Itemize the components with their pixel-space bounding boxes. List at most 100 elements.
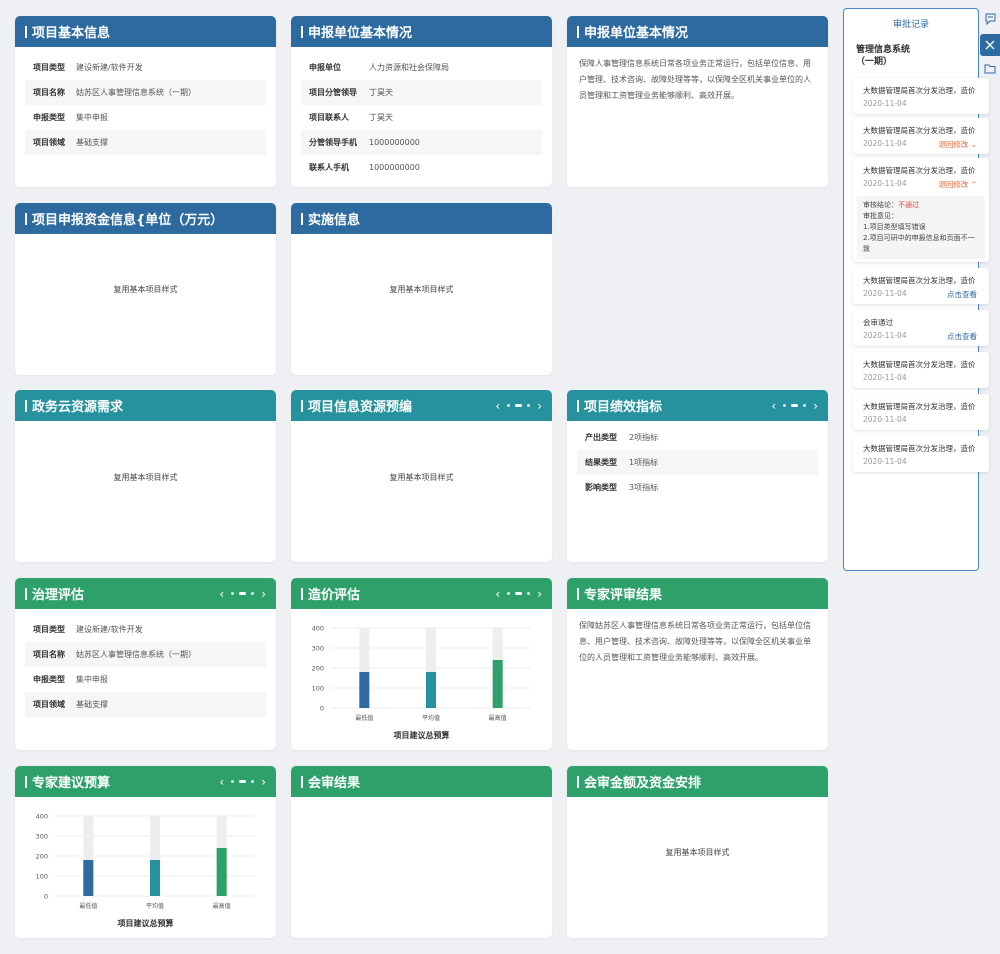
card-basic-info: 项目基本信息 项目类型 建设新建/软件开发 项目名称 姑苏区人事管理信息系统（一期）…	[15, 16, 276, 187]
card-header: 政务云资源需求	[15, 390, 276, 421]
card-info-resources: 项目信息资源预编 ‹ › 复用基本项目样式	[291, 390, 552, 562]
chevron-right-icon[interactable]: ›	[537, 587, 542, 601]
approval-record[interactable]: 会审通过 2020-11-04 点击查看	[853, 310, 989, 346]
record-action[interactable]: 退回修改 ⌄	[938, 139, 989, 150]
record-action[interactable]	[977, 415, 989, 424]
card-title: 政务云资源需求	[32, 400, 124, 415]
approval-record[interactable]: 大数据管理局首次分发治理，造价 2020-11-04 退回修改 ⌃ 审核结论：不通过审…	[853, 158, 989, 262]
record-action[interactable]	[977, 373, 989, 382]
record-text: 大数据管理局首次分发治理，造价	[863, 444, 976, 453]
chart-title: 项目建议总预算	[117, 919, 174, 928]
side-toolbar	[980, 8, 1000, 80]
kv-row: 结果类型 1项指标	[577, 450, 818, 475]
kv-key: 申报类型	[33, 675, 65, 684]
comment-icon[interactable]	[980, 8, 1000, 30]
kv-list: 产出类型 2项指标 结果类型 1项指标 影响类型 3项指标	[567, 421, 828, 500]
pager-dot-active[interactable]	[515, 404, 523, 407]
chevron-right-icon[interactable]: ›	[261, 587, 266, 601]
bar	[426, 672, 436, 708]
card-title: 项目基本信息	[32, 26, 111, 41]
chevron-left-icon[interactable]: ‹	[771, 399, 776, 413]
kv-value: 基础支撑	[76, 138, 108, 147]
record-action[interactable]: 点击查看	[947, 331, 989, 342]
pager-dot[interactable]	[231, 592, 235, 595]
pager-dot-active[interactable]	[515, 592, 523, 595]
chevron-left-icon[interactable]: ‹	[219, 775, 224, 789]
card-title: 项目申报资金信息{单位（万元）	[32, 213, 224, 228]
opinion-line: 2.项目可研中的申报信息和页面不一致	[863, 234, 975, 253]
card-funds: 项目申报资金信息{单位（万元） 复用基本项目样式	[15, 203, 276, 375]
pager-dot[interactable]	[251, 780, 255, 783]
description-text: 保障人事管理信息系统日常各项业务正常运行，包括单位信息、用户管理、技术咨询、故障…	[579, 59, 811, 100]
x-tick-label: 平均值	[422, 714, 440, 722]
card-expert-review: 专家评审结果 保障姑苏区人事管理信息系统日常各项业务正常运行，包括单位信息、用户…	[567, 578, 828, 750]
kv-value: 3项指标	[629, 483, 659, 492]
carousel-pager: ‹ ›	[495, 578, 542, 609]
card-title: 申报单位基本情况	[584, 26, 689, 41]
approval-record[interactable]: 大数据管理局首次分发治理，造价 2020-11-04	[853, 436, 989, 472]
kv-list: 项目类型 建设新建/软件开发 项目名称 姑苏区人事管理信息系统（一期） 申报类型 集中…	[15, 609, 276, 717]
kv-key: 影响类型	[585, 483, 617, 492]
record-action[interactable]: 退回修改 ⌃	[938, 179, 989, 190]
conclusion-label: 审核结论：	[863, 201, 898, 209]
pager-dot[interactable]	[231, 780, 235, 783]
approval-record[interactable]: 大数据管理局首次分发治理，造价 2020-11-04	[853, 78, 989, 114]
kv-row: 申报单位 人力资源和社会保障局	[301, 55, 542, 80]
pager-dot[interactable]	[783, 404, 787, 407]
chevron-left-icon[interactable]: ‹	[495, 587, 500, 601]
budget-bar-chart: 0 100 200 300 400 最低值 平均值 最高值	[312, 625, 531, 722]
approval-record[interactable]: 大数据管理局首次分发治理，造价 2020-11-04	[853, 394, 989, 430]
chevron-right-icon[interactable]: ›	[537, 399, 542, 413]
approval-record[interactable]: 大数据管理局首次分发治理，造价 2020-11-04 点击查看	[853, 268, 989, 304]
card-header: 项目申报资金信息{单位（万元）	[15, 203, 276, 234]
chevron-left-icon[interactable]: ‹	[495, 399, 500, 413]
kv-key: 项目分管领导	[309, 88, 357, 97]
bar	[83, 860, 94, 896]
chevron-left-icon[interactable]: ‹	[219, 587, 224, 601]
kv-row: 项目类型 建设新建/软件开发	[25, 617, 266, 642]
pager-dot[interactable]	[527, 404, 531, 407]
pager-dot[interactable]	[251, 592, 255, 595]
y-tick-label: 200	[312, 665, 324, 673]
opinion-label: 审批意见：	[863, 212, 898, 220]
kv-row: 申报类型 集中申报	[25, 105, 266, 130]
card-header: 专家建议预算 ‹ ›	[15, 766, 276, 797]
kv-value: 1项指标	[629, 458, 659, 467]
pager-dot[interactable]	[803, 404, 807, 407]
record-date: 2020-11-04	[863, 179, 907, 188]
folder-icon[interactable]	[980, 58, 1000, 80]
card-cloud-resources: 政务云资源需求 复用基本项目样式	[15, 390, 276, 562]
pager-dot[interactable]	[527, 592, 531, 595]
card-title: 项目绩效指标	[584, 400, 663, 415]
kv-value: 人力资源和社会保障局	[369, 63, 449, 72]
pager-dot[interactable]	[507, 592, 511, 595]
bar	[492, 660, 503, 708]
approval-record[interactable]: 大数据管理局首次分发治理，造价 2020-11-04	[853, 352, 989, 388]
record-action[interactable]	[977, 99, 989, 108]
chevron-right-icon[interactable]: ›	[261, 775, 266, 789]
pager-dot[interactable]	[507, 404, 511, 407]
carousel-pager: ‹ ›	[219, 578, 266, 609]
kv-value: 丁昊天	[369, 113, 393, 122]
kv-key: 申报单位	[309, 63, 341, 72]
chevron-right-icon[interactable]: ›	[813, 399, 818, 413]
approval-record[interactable]: 大数据管理局首次分发治理，造价 2020-11-04 退回修改 ⌄	[853, 118, 989, 154]
pager-dot-active[interactable]	[791, 404, 799, 407]
budget-bar-chart: 0 100 200 300 400 最低值 平均值 最高值	[36, 813, 255, 910]
kv-row: 分管领导手机 1000000000	[301, 130, 542, 155]
x-tick-label: 最低值	[79, 902, 97, 910]
y-tick-label: 100	[312, 685, 324, 693]
placeholder-text: 复用基本项目样式	[113, 285, 178, 294]
kv-key: 项目名称	[33, 88, 65, 97]
y-tick-label: 0	[44, 893, 48, 901]
pager-dot-active[interactable]	[239, 780, 247, 783]
record-action[interactable]	[977, 457, 989, 466]
card-header: 治理评估 ‹ ›	[15, 578, 276, 609]
pager-dot-active[interactable]	[239, 592, 247, 595]
project-name: 管理信息系统 （一期）	[856, 45, 911, 67]
record-action[interactable]: 点击查看	[947, 289, 989, 300]
card-title: 申报单位基本情况	[308, 26, 413, 41]
close-icon[interactable]	[980, 34, 1000, 56]
kv-value: 1000000000	[369, 163, 420, 172]
card-header: 造价评估 ‹ ›	[291, 578, 552, 609]
